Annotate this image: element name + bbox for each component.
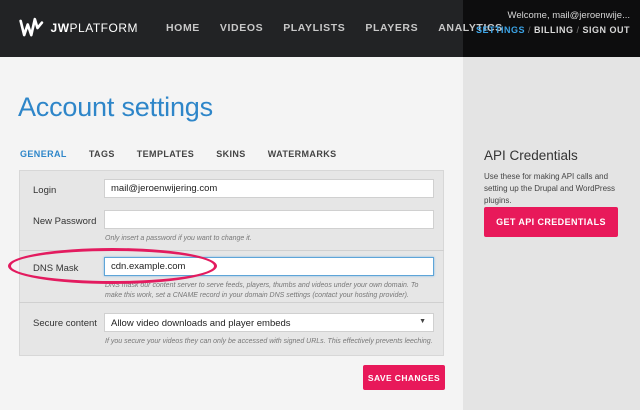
api-credentials-title: API Credentials: [484, 148, 578, 163]
settings-link[interactable]: SETTINGS: [476, 25, 525, 35]
password-field[interactable]: [104, 210, 434, 229]
highlight-ring: [8, 248, 217, 284]
nav-videos[interactable]: VIDEOS: [220, 22, 263, 34]
settings-tabs: GENERAL TAGS TEMPLATES SKINS WATERMARKS: [20, 149, 359, 159]
api-credentials-description: Use these for making API calls and setti…: [484, 172, 616, 205]
secure-content-value: Allow video downloads and player embeds: [111, 318, 291, 329]
get-api-credentials-button[interactable]: GET API CREDENTIALS: [484, 207, 618, 237]
row-divider: [19, 302, 444, 303]
main-nav: HOME VIDEOS PLAYLISTS PLAYERS ANALYTICS: [166, 22, 523, 34]
password-label: New Password: [33, 216, 97, 227]
secure-content-select[interactable]: Allow video downloads and player embeds …: [104, 313, 434, 332]
separator: /: [527, 25, 531, 35]
separator: /: [576, 25, 580, 35]
billing-link[interactable]: BILLING: [534, 25, 574, 35]
login-field[interactable]: [104, 179, 434, 198]
secure-content-hint: If you secure your videos they can only …: [105, 338, 433, 345]
logo-text: JWPLATFORM: [50, 21, 138, 35]
sign-out-link[interactable]: SIGN OUT: [582, 25, 630, 35]
logo[interactable]: JWPLATFORM: [18, 13, 138, 43]
save-changes-button[interactable]: SAVE CHANGES: [363, 365, 445, 390]
account-links: SETTINGS / BILLING / SIGN OUT: [476, 25, 630, 35]
password-hint: Only insert a password if you want to ch…: [105, 235, 252, 242]
tab-skins[interactable]: SKINS: [216, 149, 246, 159]
dns-mask-hint: DNS mask our content server to serve fee…: [105, 282, 419, 299]
nav-players[interactable]: PLAYERS: [365, 22, 418, 34]
tab-tags[interactable]: TAGS: [89, 149, 115, 159]
logo-icon: [19, 17, 44, 37]
tab-templates[interactable]: TEMPLATES: [137, 149, 194, 159]
welcome-text: Welcome, mail@jeroenwije...: [507, 10, 630, 21]
nav-playlists[interactable]: PLAYLISTS: [283, 22, 345, 34]
login-label: Login: [33, 185, 57, 196]
tab-general[interactable]: GENERAL: [20, 149, 67, 159]
page-title: Account settings: [18, 92, 213, 122]
nav-home[interactable]: HOME: [166, 22, 200, 34]
secure-content-label: Secure content: [33, 318, 97, 329]
tab-watermarks[interactable]: WATERMARKS: [268, 149, 337, 159]
dropdown-caret-icon: ▼: [419, 318, 426, 325]
